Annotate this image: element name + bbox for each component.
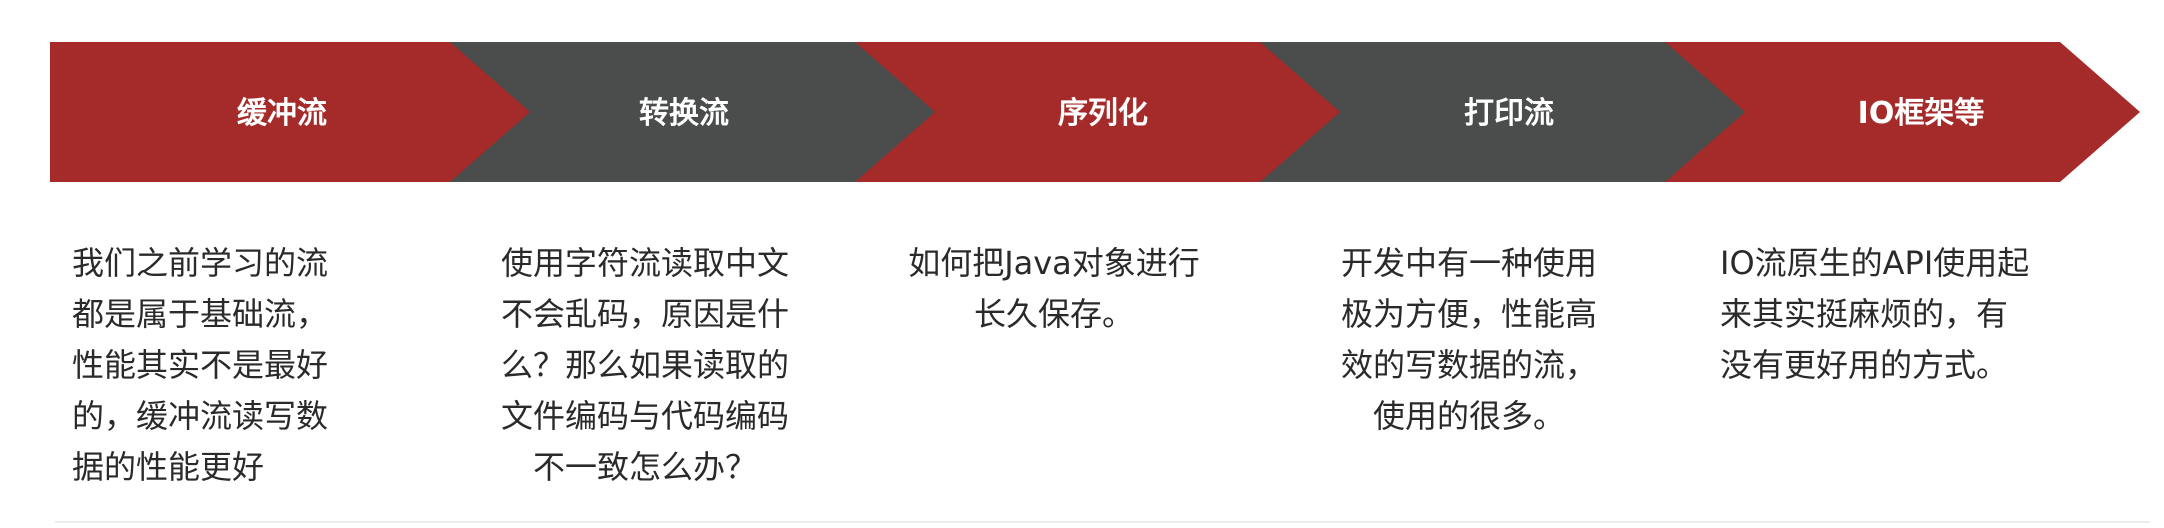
step-label-3: 序列化	[1058, 96, 1148, 131]
step-desc-2: 使用字符流读取中文 不会乱码，原因是什 么？那么如果读取的 文件编码与代码编码 …	[455, 238, 835, 493]
desc-line: 不会乱码，原因是什	[500, 295, 789, 333]
desc-line: 不一致怎么办？	[532, 448, 757, 486]
desc-line: 使用的很多。	[1372, 397, 1565, 435]
step-desc-5: IO流原生的API使用起 来其实挺麻烦的，有 没有更好用的方式。	[1720, 238, 2120, 391]
desc-line: 我们之前学习的流	[72, 244, 329, 282]
step-desc-4: 开发中有一种使用 极为方便，性能高 效的写数据的流， 使用的很多。	[1289, 238, 1649, 442]
desc-line: 都是属于基础流，	[72, 295, 329, 333]
desc-line: 来其实挺麻烦的，有	[1720, 295, 2009, 333]
desc-line: 没有更好用的方式。	[1720, 346, 2009, 384]
desc-line: 长久保存。	[973, 295, 1134, 333]
desc-line: 的，缓冲流读写数	[72, 397, 329, 435]
step-desc-3: 如何把Java对象进行 长久保存。	[864, 238, 1244, 340]
desc-line: 么？那么如果读取的	[500, 346, 789, 384]
step-label-4: 打印流	[1464, 96, 1554, 131]
desc-line: 文件编码与代码编码	[500, 397, 789, 435]
desc-line: 性能其实不是最好	[72, 346, 329, 384]
step-label-5: IO框架等	[1857, 96, 1985, 131]
desc-line: 使用字符流读取中文	[500, 244, 789, 282]
step-label-2: 转换流	[639, 96, 729, 131]
desc-line: 开发中有一种使用	[1340, 244, 1597, 282]
desc-line: 极为方便，性能高	[1340, 295, 1597, 333]
desc-line: 据的性能更好	[72, 448, 265, 486]
step-label-1: 缓冲流	[237, 96, 327, 131]
process-flow-diagram: 缓冲流 转换流 序列化 打印流 IO框架等 我们之前学习的流 都是属于基础流， …	[0, 0, 2164, 528]
desc-line: 如何把Java对象进行	[908, 244, 1200, 282]
desc-line: IO流原生的API使用起	[1720, 244, 2030, 282]
desc-line: 效的写数据的流，	[1340, 346, 1597, 384]
step-desc-1: 我们之前学习的流 都是属于基础流， 性能其实不是最好 的，缓冲流读写数 据的性能…	[72, 238, 412, 493]
